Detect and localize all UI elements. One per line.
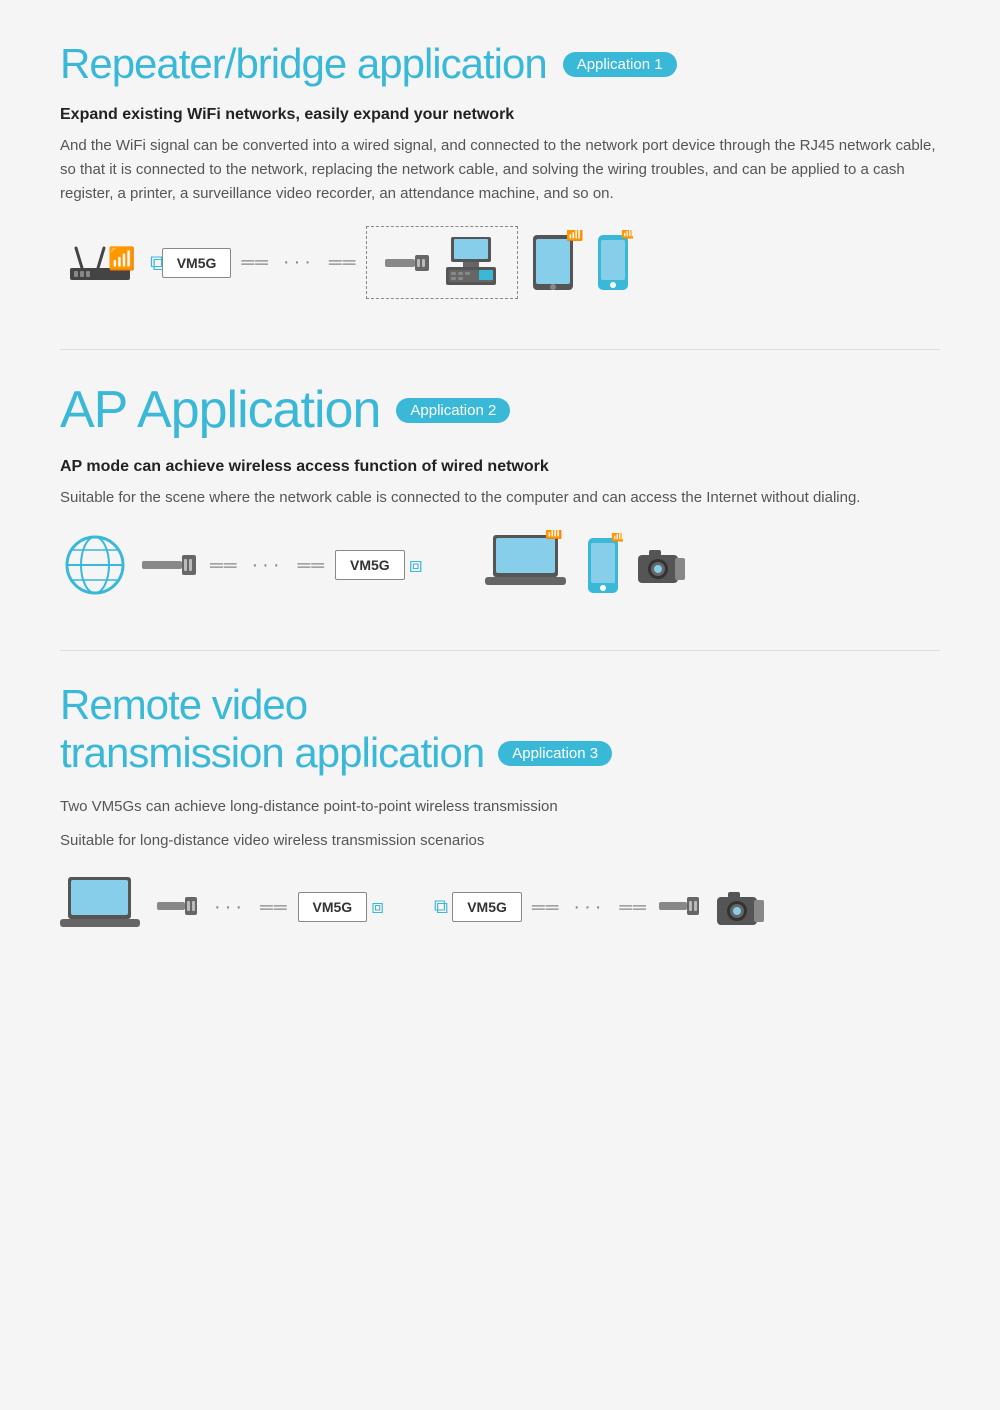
- dots-1: ···: [279, 251, 319, 274]
- section3-body2: Suitable for long-distance video wireles…: [60, 829, 940, 853]
- dots-3: ···: [210, 896, 250, 919]
- section3-body1: Two VM5Gs can achieve long-distance poin…: [60, 795, 940, 819]
- eq-line-5: ══: [260, 897, 288, 918]
- section-2: AP Application Application 2 AP mode can…: [60, 380, 940, 600]
- section2-diagram: ══ ··· ══ VM5G ⧈ 📶: [60, 530, 940, 600]
- section1-body: And the WiFi signal can be converted int…: [60, 134, 940, 206]
- vm5g-signal-2: VM5G ⧈: [335, 550, 423, 580]
- vm5g-device-4: VM5G: [452, 892, 522, 922]
- laptop-icon-box: 📶: [483, 530, 573, 600]
- tablet-icon-box: 📶: [528, 230, 583, 295]
- divider-2: [60, 650, 940, 651]
- eq-line-4: ══: [298, 555, 326, 576]
- dots-4: ···: [569, 896, 609, 919]
- laptop-icon-2: [60, 873, 145, 941]
- dashed-device-box: [366, 226, 518, 299]
- eq-line-7: ══: [619, 897, 647, 918]
- vm5g-signal-4: ⧉ VM5G: [434, 892, 522, 922]
- svg-text:📶: 📶: [611, 533, 623, 542]
- router-icon-box: 📶: [60, 228, 140, 298]
- section1-subtitle: Expand existing WiFi networks, easily ex…: [60, 106, 940, 124]
- section3-title-line1: Remote video: [60, 681, 612, 729]
- dots-2: ···: [248, 554, 288, 577]
- phone-icon: 📶: [593, 230, 633, 295]
- section3-title-line2: transmission application: [60, 729, 484, 777]
- svg-text:📶: 📶: [566, 230, 583, 242]
- section1-badge: Application 1: [563, 52, 677, 77]
- section-1: Repeater/bridge application Application …: [60, 40, 940, 299]
- page: Repeater/bridge application Application …: [0, 0, 1000, 1031]
- laptop-icon: 📶: [483, 530, 573, 600]
- camera-icon-box-2: [712, 882, 767, 932]
- section2-badge: Application 2: [396, 398, 510, 423]
- camera-icon: [633, 540, 688, 590]
- section2-body: Suitable for the scene where the network…: [60, 486, 940, 510]
- section-3: Remote video transmission application Ap…: [60, 681, 940, 941]
- camera-icon-2: [712, 882, 767, 932]
- phone-icon-box-2: 📶: [583, 533, 623, 598]
- section3-diagram: ··· ══ VM5G ⧈ ⧉ VM5G ══ ··· ══: [60, 873, 940, 941]
- tablet-icon: 📶: [528, 230, 583, 295]
- section2-subtitle: AP mode can achieve wireless access func…: [60, 458, 940, 476]
- laptop-icon-box-2: [60, 873, 145, 941]
- eq-line-3: ══: [210, 555, 238, 576]
- section3-badge: Application 3: [498, 741, 612, 766]
- signal-right-icon-3: ⧈: [371, 896, 384, 919]
- eq-line-2: ══: [329, 252, 357, 273]
- section3-title-row: Remote video transmission application Ap…: [60, 681, 940, 777]
- cable-icon-2: [140, 545, 200, 585]
- section1-title: Repeater/bridge application: [60, 40, 547, 88]
- section2-title-row: AP Application Application 2: [60, 380, 940, 440]
- cable-icon-4: [657, 889, 702, 925]
- svg-text:📶: 📶: [545, 530, 562, 540]
- section2-title: AP Application: [60, 380, 380, 440]
- section1-title-row: Repeater/bridge application Application …: [60, 40, 940, 88]
- phone-icon-2: 📶: [583, 533, 623, 598]
- section3-title-block: Remote video transmission application Ap…: [60, 681, 612, 777]
- globe-icon-box: [60, 530, 130, 600]
- section1-diagram: 📶 ⧉ VM5G ══ ··· ══: [60, 226, 940, 299]
- vm5g-device-1: VM5G: [162, 248, 232, 278]
- signal-left-icon-2: ⧉: [434, 896, 448, 919]
- cable-icon-3: [155, 889, 200, 925]
- signal-right-icon-2: ⧈: [409, 552, 423, 578]
- vm5g-signal-1: ⧉ VM5G: [150, 248, 231, 278]
- cable-icon: [383, 243, 433, 283]
- svg-text:📶: 📶: [621, 230, 633, 239]
- globe-icon: [60, 530, 130, 600]
- vm5g-device-2: VM5G: [335, 550, 405, 580]
- vm5g-signal-3: VM5G ⧈: [298, 892, 384, 922]
- router-icon: 📶: [60, 228, 140, 298]
- eq-line-6: ══: [532, 897, 560, 918]
- camera-icon-box: [633, 540, 688, 590]
- cash-register-icon: [441, 235, 501, 290]
- divider-1: [60, 349, 940, 350]
- svg-text:📶: 📶: [108, 246, 135, 271]
- eq-line-1: ══: [241, 252, 269, 273]
- vm5g-device-3: VM5G: [298, 892, 368, 922]
- phone-icon-box: 📶: [593, 230, 633, 295]
